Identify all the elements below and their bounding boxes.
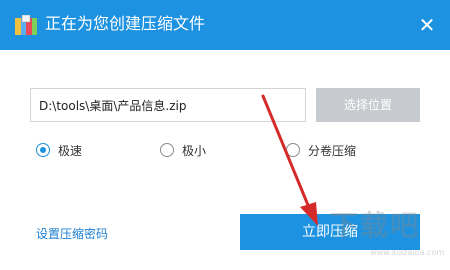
radio-checked-icon <box>36 143 50 157</box>
close-button[interactable]: ✕ <box>414 12 440 38</box>
set-password-link[interactable]: 设置压缩密码 <box>36 225 108 242</box>
radio-unchecked-icon <box>160 143 174 157</box>
mode-small-radio[interactable]: 极小 <box>160 140 206 160</box>
compress-now-button[interactable]: 立即压缩 <box>240 214 420 250</box>
mode-fast-radio[interactable]: 极速 <box>36 140 82 160</box>
mode-fast-label: 极速 <box>58 143 83 158</box>
close-icon: ✕ <box>418 13 436 37</box>
mode-split-radio[interactable]: 分卷压缩 <box>286 140 356 160</box>
mode-split-label: 分卷压缩 <box>308 143 357 158</box>
radio-unchecked-icon <box>286 143 300 157</box>
title-bar: 正在为您创建压缩文件 ✕ <box>0 0 450 50</box>
mode-small-label: 极小 <box>182 143 207 158</box>
window-title: 正在为您创建压缩文件 <box>45 14 206 33</box>
archive-icon <box>15 15 37 35</box>
choose-location-button[interactable]: 选择位置 <box>316 88 420 122</box>
save-path-input[interactable] <box>30 88 306 122</box>
